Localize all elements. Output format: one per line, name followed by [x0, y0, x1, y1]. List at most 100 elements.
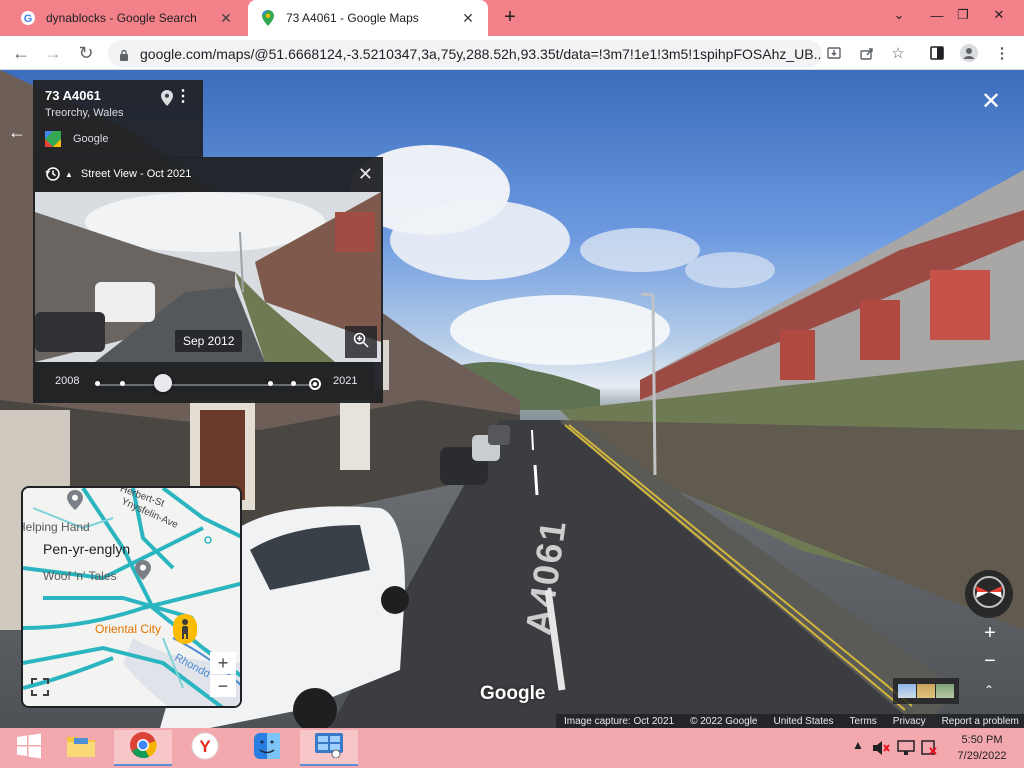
timeline-end-year: 2021 — [333, 375, 358, 387]
folder-icon — [66, 734, 96, 763]
chevron-up-icon[interactable]: ⌃ — [978, 683, 1000, 703]
street-view-panorama[interactable]: A4061 73 A4061 Treorchy, Wales Google ⋮ … — [0, 70, 1024, 728]
back-arrow-icon[interactable]: ← — [8, 40, 34, 66]
volume-muted-icon[interactable] — [872, 740, 890, 759]
time-machine-header[interactable]: ▲ Street View - Oct 2021 — [33, 157, 383, 191]
forward-arrow-icon[interactable]: → — [40, 40, 66, 66]
close-icon[interactable]: ✕ — [980, 90, 1002, 114]
install-app-icon[interactable] — [822, 41, 846, 65]
address-bar[interactable]: google.com/maps/@51.6668124,-3.5210347,3… — [108, 40, 822, 67]
zoom-out-button[interactable]: − — [977, 648, 1003, 674]
zoom-preview-button[interactable] — [345, 326, 377, 358]
yandex-taskbar-button[interactable]: Y — [176, 730, 234, 766]
timeline-tick[interactable] — [291, 381, 296, 386]
compass-button[interactable] — [965, 570, 1013, 618]
reload-icon[interactable]: ↻ — [73, 40, 99, 66]
maps-pin-icon — [260, 10, 276, 26]
timeline-tick[interactable] — [268, 381, 273, 386]
map-label: Pen-yr-englyn — [43, 541, 131, 557]
google-g-icon: G — [20, 10, 36, 26]
svg-text:G: G — [24, 13, 33, 25]
file-explorer-button[interactable] — [52, 730, 110, 766]
zoom-in-button[interactable]: + — [977, 620, 1003, 646]
imagery-strip[interactable] — [893, 678, 959, 704]
pegman-icon[interactable] — [173, 614, 197, 644]
timeline-track[interactable] — [97, 384, 317, 386]
chrome-icon — [129, 731, 157, 764]
google-logo: Google — [480, 683, 546, 704]
address-source-label: Google — [73, 133, 109, 145]
location-pin-icon[interactable] — [161, 90, 173, 111]
image-capture-date: Image capture: Oct 2021 — [564, 715, 675, 727]
tab-title: dynablocks - Google Search — [46, 11, 197, 25]
back-arrow-icon[interactable]: ← — [6, 122, 28, 144]
network-icon[interactable] — [897, 740, 915, 759]
terms-link[interactable]: Terms — [842, 716, 885, 727]
minimap-zoom-in-button[interactable]: + — [210, 652, 236, 674]
menu-dots-icon[interactable]: ⋮ — [990, 41, 1014, 65]
privacy-link[interactable]: Privacy — [885, 716, 934, 727]
region-link[interactable]: United States — [766, 716, 842, 727]
close-icon[interactable]: ✕ — [218, 10, 234, 26]
chrome-taskbar-button[interactable] — [114, 730, 172, 766]
timeline-start-year: 2008 — [55, 375, 80, 387]
compass-icon — [971, 574, 1007, 615]
history-clock-icon — [45, 166, 61, 182]
svg-text:Y: Y — [199, 737, 211, 756]
side-panel-icon[interactable] — [925, 41, 949, 65]
profile-avatar-icon[interactable] — [957, 41, 981, 65]
poi-pin-icon[interactable] — [67, 490, 83, 515]
historic-preview-image[interactable]: Sep 2012 — [35, 192, 381, 362]
lock-icon — [118, 48, 130, 61]
fullscreen-icon[interactable] — [29, 676, 51, 698]
close-icon[interactable]: ✕ — [358, 165, 373, 183]
tab-google-search[interactable]: G dynablocks - Google Search ✕ — [8, 0, 246, 36]
restore-button[interactable]: ❐ — [946, 0, 980, 30]
copyright-text: © 2022 Google — [690, 715, 758, 727]
url-text: google.com/maps/@51.6668124,-3.5210347,3… — [140, 45, 822, 62]
control-panel-taskbar-button[interactable] — [300, 730, 358, 766]
taskbar: Y ▲ 5:50 PM 7/29/2022 — [0, 728, 1024, 768]
map-label: Oriental City — [95, 622, 162, 636]
minimap-zoom-out-button[interactable]: − — [210, 675, 236, 697]
browser-toolbar: ← → ↻ google.com/maps/@51.6668124,-3.521… — [0, 36, 1024, 70]
bookmark-star-icon[interactable]: ☆ — [886, 41, 910, 65]
windows-logo-icon — [16, 733, 42, 764]
finder-taskbar-button[interactable] — [238, 730, 296, 766]
preview-date-label: Sep 2012 — [175, 330, 243, 352]
finder-face-icon — [253, 732, 281, 765]
time-machine-panel: ▲ Street View - Oct 2021 ✕ Sep 2012 2008… — [33, 157, 383, 403]
yandex-browser-icon: Y — [191, 732, 219, 765]
timeline-tick[interactable] — [95, 381, 100, 386]
mini-map[interactable]: Herbert-St Ynysfelin-Ave Helping Hand Pe… — [21, 486, 242, 708]
more-options-icon[interactable]: ⋮ — [175, 89, 191, 105]
show-hidden-icons-icon[interactable]: ▲ — [852, 738, 864, 752]
control-panel-icon — [314, 732, 344, 763]
address-source: Google — [45, 131, 191, 147]
map-label: Woof 'n' Tales — [43, 569, 117, 583]
timeline-tick[interactable] — [120, 381, 125, 386]
new-tab-button[interactable]: + — [498, 6, 522, 30]
timeline-thumb[interactable] — [154, 374, 172, 392]
start-button[interactable] — [0, 730, 58, 766]
tab-title: 73 A4061 - Google Maps — [286, 11, 419, 25]
share-icon[interactable] — [855, 41, 879, 65]
imagery-thumbnail[interactable] — [897, 684, 916, 698]
taskbar-clock[interactable]: 5:50 PM 7/29/2022 — [946, 732, 1018, 764]
imagery-thumbnail[interactable] — [936, 684, 955, 698]
tab-search-button[interactable]: ⌄ — [882, 0, 916, 30]
poi-pin-icon[interactable] — [135, 560, 151, 585]
close-icon[interactable]: ✕ — [460, 10, 476, 26]
address-card[interactable]: 73 A4061 Treorchy, Wales Google ⋮ — [33, 80, 203, 158]
action-center-icon[interactable] — [920, 740, 938, 759]
imagery-thumbnail[interactable] — [916, 684, 935, 698]
report-problem-link[interactable]: Report a problem — [934, 716, 1024, 727]
window-close-button[interactable]: ✕ — [982, 0, 1016, 30]
google-maps-icon — [45, 131, 61, 147]
time-machine-title: Street View - Oct 2021 — [80, 168, 192, 180]
timeline-slider[interactable]: 2008 2021 — [33, 367, 383, 397]
clock-time: 5:50 PM — [961, 734, 1003, 746]
tab-google-maps[interactable]: 73 A4061 - Google Maps ✕ — [248, 0, 488, 36]
timeline-current-marker[interactable] — [309, 378, 321, 390]
map-footer: Image capture: Oct 2021 © 2022 Google Un… — [556, 714, 1024, 728]
